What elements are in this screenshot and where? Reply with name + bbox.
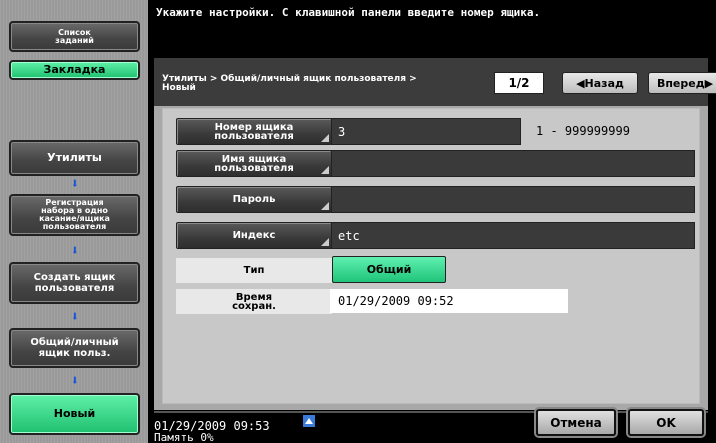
new-button[interactable]: Новый: [9, 393, 140, 435]
box-number-field[interactable]: 3: [331, 118, 521, 145]
box-number-label: Номер ящика пользователя: [214, 121, 294, 142]
cancel-button[interactable]: Отмена: [536, 409, 616, 436]
forward-button[interactable]: Вперед▶: [648, 72, 716, 94]
breadcrumb: Утилиты > Общий/личный ящик пользователя…: [162, 74, 417, 93]
ok-button[interactable]: OK: [628, 409, 704, 436]
password-label: Пароль: [232, 194, 276, 205]
job-list-button[interactable]: Список заданий: [9, 21, 140, 52]
password-button[interactable]: Пароль: [176, 186, 332, 213]
index-label: Индекс: [232, 230, 276, 241]
panel-header: Утилиты > Общий/личный ящик пользователя…: [154, 58, 716, 106]
utilities-button[interactable]: Утилиты: [9, 140, 140, 176]
down-arrow-icon: ⬇: [70, 243, 80, 259]
registration-button[interactable]: Регистрация набора в одно касание/ящика …: [9, 194, 140, 236]
public-box-button[interactable]: Общий/личный ящик польз.: [9, 328, 140, 368]
network-icon: [303, 415, 315, 427]
page-indicator: 1/2: [494, 72, 544, 94]
bookmark-button[interactable]: Закладка: [9, 60, 140, 80]
type-public-button[interactable]: Общий: [332, 256, 446, 283]
save-time-label: Время сохран.: [176, 289, 332, 314]
box-name-field[interactable]: [331, 150, 695, 177]
box-name-label: Имя ящика пользователя: [214, 153, 294, 174]
save-time-value: 01/29/2009 09:52: [330, 289, 568, 313]
down-arrow-icon: ⬇: [70, 373, 80, 389]
box-name-button[interactable]: Имя ящика пользователя: [176, 150, 332, 177]
box-number-button[interactable]: Номер ящика пользователя: [176, 118, 332, 145]
down-arrow-icon: ⬇: [70, 176, 80, 192]
index-field[interactable]: etc: [331, 222, 695, 249]
back-button[interactable]: ◀Назад: [562, 72, 638, 94]
down-arrow-icon: ⬇: [70, 309, 80, 325]
footer-divider: [154, 411, 708, 413]
instruction-message: Укажите настройки. С клавишной панели вв…: [156, 6, 541, 19]
type-label: Тип: [176, 258, 332, 283]
memory-status: Память 0%: [154, 431, 214, 443]
index-button[interactable]: Индекс: [176, 222, 332, 249]
create-box-button[interactable]: Создать ящик пользователя: [9, 262, 140, 304]
password-field[interactable]: [331, 186, 695, 213]
box-number-range: 1 - 999999999: [536, 124, 630, 138]
sidebar: Список заданий Закладка Утилиты ⬇ Регист…: [0, 0, 148, 443]
